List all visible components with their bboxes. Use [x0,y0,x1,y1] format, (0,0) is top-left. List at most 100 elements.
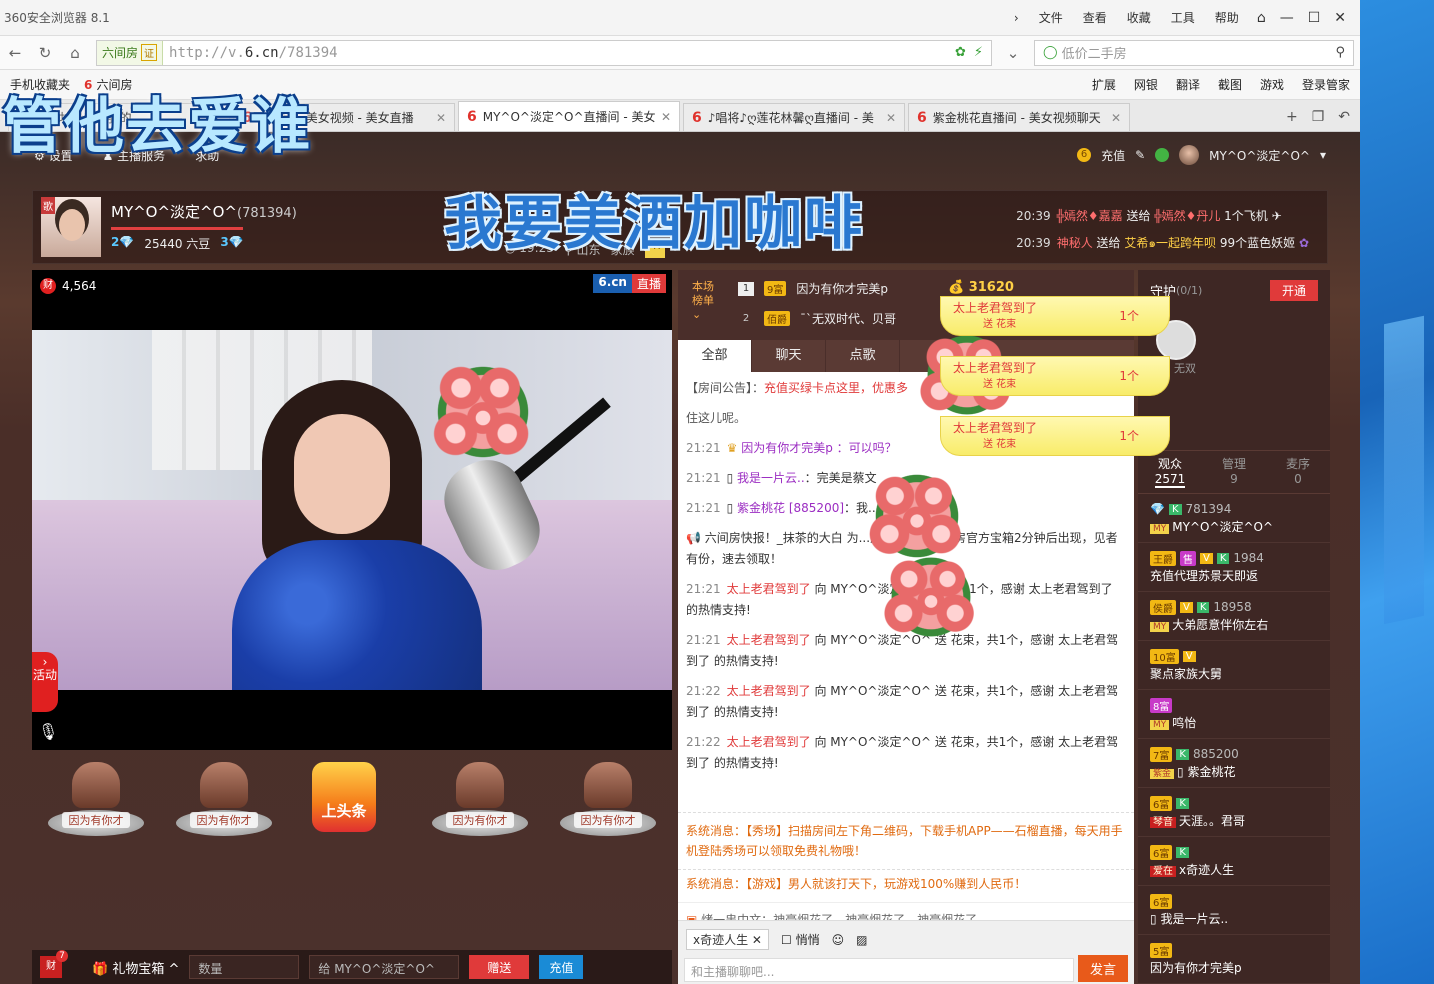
tab-song[interactable]: 点歌 [826,340,900,372]
recharge-button[interactable]: 充值 [539,955,584,979]
tab-all[interactable]: 全部 [678,340,752,372]
tab-close-icon[interactable]: ✕ [886,111,896,125]
search-input[interactable]: ◯ 低价二手房 ⚲ [1034,39,1354,66]
gift-item[interactable]: 因为有你才 [432,762,528,842]
recipient-select[interactable]: 给 MY^O^淡定^O^ [309,955,460,979]
host-body [232,540,482,690]
close-icon[interactable]: ✕ [1334,10,1346,26]
ext-button[interactable]: 扩展 [1092,76,1116,93]
list-item[interactable]: 7富 K 885200 紫金 ▯ 紫金桃花 [1138,739,1330,788]
list-item[interactable]: 6富 K 爱在 x奇迹人生 [1138,837,1330,886]
gift-item[interactable]: 因为有你才 [560,762,656,842]
msg-user[interactable]: 太上老君驾到了 [727,582,811,596]
list-item[interactable]: 6富 K 琴音 天涯。。君哥 [1138,788,1330,837]
refresh-icon[interactable]: ↻ [36,44,54,62]
avatar[interactable] [1179,145,1200,165]
undo-close-icon[interactable]: ↶ [1338,109,1350,125]
rank-row[interactable]: 2 佰爵 ¯`无双时代、贝哥 [738,310,896,327]
tab-close-icon[interactable]: ✕ [1111,111,1121,125]
tab-list-icon[interactable]: ❐ [1312,109,1325,125]
url-input[interactable]: 六间房 证 http://v.6.cn/781394 ✿ ⚡ [96,39,992,66]
tab-changjiang[interactable]: 6 ♪唱将♪ღ莲花林馨ღ直播间 - 美 ✕ [683,103,905,131]
menu-file[interactable]: 文件 [1039,9,1063,26]
open-guard-button[interactable]: 开通 [1269,279,1318,301]
feed-from[interactable]: 神秘人 [1057,236,1093,250]
menu-help[interactable]: 帮助 [1215,9,1239,26]
tab-close-icon[interactable]: ✕ [661,110,671,124]
chevron-down-icon[interactable]: ▾ [1320,148,1326,162]
tab-mic-queue[interactable]: 麦序 0 [1266,451,1330,493]
msg-user[interactable]: 紫金桃花 [885200] [737,501,844,515]
home-icon[interactable]: ⌂ [66,44,84,62]
feed-from[interactable]: ╬嫣然♦嘉嘉 [1057,209,1123,223]
activity-tab[interactable]: › 活动 [32,652,58,712]
speed-icon[interactable]: ⚡ [974,45,983,60]
image-icon[interactable]: ▨ [856,933,867,947]
msg-user[interactable]: 太上老君驾到了 [727,735,811,749]
host-avatar[interactable]: 歌 [41,197,101,257]
level-badge: 王爵 [1150,550,1176,566]
list-item[interactable]: 6富 ▯ 我是一片云.. [1138,886,1330,935]
screenshot-button[interactable]: 截图 [1218,76,1242,93]
rank-row[interactable]: 1 9富 因为有你才完美p [738,280,888,297]
tab-chat[interactable]: 聊天 [752,340,826,372]
tab-current-room[interactable]: 6 MY^O^淡定^O^直播间 - 美女 ✕ [458,101,680,131]
menu-chevron-icon[interactable]: › [1014,11,1019,25]
tab-admins[interactable]: 管理 9 [1202,451,1266,493]
wealth-button[interactable]: 财7 [40,950,68,978]
list-item[interactable]: 王爵售 V K 1984 充值代理苏景天即返 [1138,543,1330,592]
whisper-checkbox[interactable]: ☐ 悄悄 [781,931,820,948]
feed-to[interactable]: 艾希๑一起跨年呗 [1124,236,1216,250]
emoji-icon[interactable]: ☺ [832,933,845,947]
new-tab-icon[interactable]: + [1286,109,1298,125]
list-item[interactable]: 5富 因为有你才完美p [1138,935,1330,984]
username[interactable]: MY^O^淡定^O^ [1209,147,1310,164]
headline-gift[interactable]: 上头条 [304,762,400,842]
list-item[interactable]: 💎 K 781394 MY MY^O^淡定^O^ [1138,494,1330,543]
video-player[interactable]: 财 4,564 6.cn 直播 › 活动 🎙 [32,270,672,750]
msg-user[interactable]: 太上老君驾到了 [727,633,811,647]
send-message-button[interactable]: 发言 [1077,955,1128,982]
back-icon[interactable]: ← [6,44,24,62]
translate-button[interactable]: 翻译 [1176,76,1200,93]
gift-item[interactable]: 因为有你才 [176,762,272,842]
tab-viewers[interactable]: 观众 2571 [1138,451,1202,493]
host-name-text: MY^O^淡定^O^ [111,203,237,221]
tab-close-icon[interactable]: ✕ [436,111,446,125]
minimize-icon[interactable]: — [1280,10,1294,26]
menu-view[interactable]: 查看 [1083,9,1107,26]
list-item[interactable]: 10富 V 聚点家族大舅 [1138,641,1330,690]
family-badge: MY [1150,720,1170,730]
send-gift-button[interactable]: 赠送 [469,955,530,979]
search-icon[interactable]: ⚲ [1335,45,1345,60]
msg-user[interactable]: 因为有你才完美p [741,441,833,455]
menu-favorites[interactable]: 收藏 [1127,9,1151,26]
list-item[interactable]: 侯爵 V K 18958 MY 大弟愿意伴你左右 [1138,592,1330,641]
feed-to[interactable]: ╬嫣然♦丹儿 [1154,209,1220,223]
recharge-link[interactable]: 充值 [1101,147,1125,164]
edit-icon[interactable]: ✎ [1135,148,1145,162]
chat-input[interactable]: 和主播聊聊吧... [684,958,1074,982]
quantity-input[interactable]: 数量 [189,955,300,979]
notice-link[interactable]: 充值买绿卡点这里，优惠多 [764,381,908,395]
msg-time: 21:21 [686,582,721,596]
gift-item[interactable]: 因为有你才 [48,762,144,842]
menu-tools[interactable]: 工具 [1171,9,1195,26]
maximize-icon[interactable]: ☐ [1308,10,1321,26]
url-dropdown-icon[interactable]: ⌄ [1004,44,1022,62]
compat-icon[interactable]: ✿ [955,45,966,60]
search-engine-icon[interactable]: ◯ [1043,45,1058,60]
chat-target[interactable]: x奇迹人生 ✕ [686,929,769,950]
msg-user[interactable]: 我是一片云.. [737,471,805,485]
msg-user[interactable]: 太上老君驾到了 [727,684,811,698]
tab-zijin[interactable]: 6 紫金桃花直播间 - 美女视频聊天 ✕ [908,103,1130,131]
mic-count: 0 [1294,472,1302,486]
login-button[interactable]: 登录管家 [1302,76,1350,93]
pin-icon[interactable]: ⌂ [1257,10,1266,26]
mic-icon[interactable]: 🎙 [38,722,58,741]
bank-button[interactable]: 网银 [1134,76,1158,93]
game-button[interactable]: 游戏 [1260,76,1284,93]
list-item[interactable]: 8富 MY 鸣怡 [1138,690,1330,739]
gift-box-button[interactable]: 🎁 礼物宝箱 ^ [92,958,179,977]
site-badge[interactable]: 六间房 证 [97,40,164,65]
